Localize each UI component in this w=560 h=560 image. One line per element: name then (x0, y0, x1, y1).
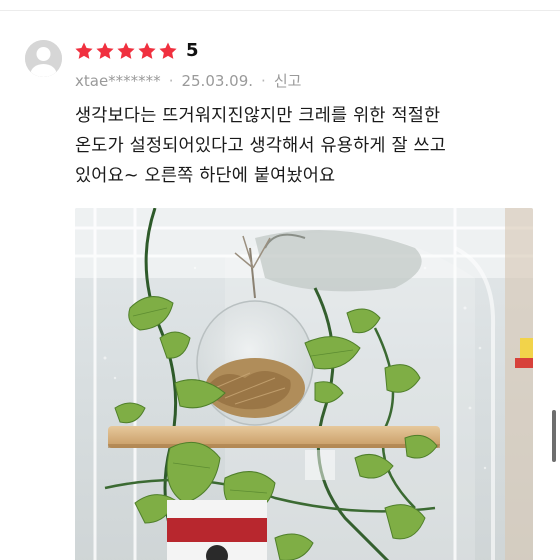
star-icon (117, 42, 135, 59)
star-icon (96, 42, 114, 59)
review-text-line: 있어요~ 오른쪽 하단에 붙여놨어요 (75, 166, 336, 186)
star-icon (159, 42, 177, 59)
review-text-line: 온도가 설정되어있다고 생각해서 유용하게 잘 쓰고 (75, 136, 447, 156)
meta-separator: · (261, 71, 266, 90)
reviewer-avatar (25, 40, 62, 77)
review-page: 5 xtae******* · 25.03.09. · 신고 생각보다는 뜨거워… (0, 0, 560, 560)
review-text: 생각보다는 뜨거워지진않지만 크레를 위한 적절한 온도가 설정되어있다고 생각… (75, 101, 535, 191)
review-photo-image (75, 208, 533, 560)
review-meta: xtae******* · 25.03.09. · 신고 (75, 70, 301, 91)
review-text-line: 생각보다는 뜨거워지진않지만 크레를 위한 적절한 (75, 106, 441, 126)
scrollbar-thumb[interactable] (552, 410, 556, 462)
star-icon (75, 42, 93, 59)
divider (0, 10, 560, 11)
reviewer-id: xtae******* (75, 71, 161, 90)
report-button[interactable]: 신고 (274, 70, 302, 91)
meta-separator: · (168, 71, 174, 90)
review-date: 25.03.09. (181, 71, 254, 90)
rating-value: 5 (186, 40, 199, 61)
review-photo[interactable] (75, 208, 533, 560)
rating-row: 5 (74, 40, 199, 62)
star-rating (74, 41, 178, 61)
default-user-avatar-icon (25, 40, 62, 77)
star-icon (138, 42, 156, 59)
